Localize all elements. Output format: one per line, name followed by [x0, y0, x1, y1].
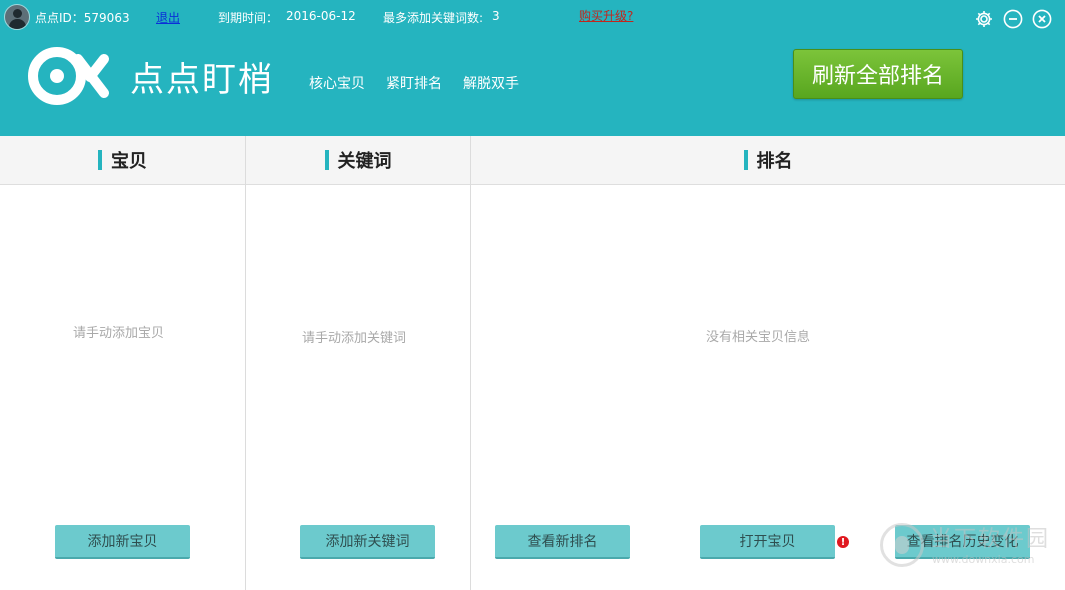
column-header-item: 宝贝 [0, 136, 245, 185]
column-title-item: 宝贝 [111, 151, 147, 172]
logout-link[interactable]: 退出 [156, 9, 180, 26]
max-keywords-label: 最多添加关键词数: [383, 11, 484, 25]
accent-bar [324, 150, 329, 170]
item-empty-message: 请手动添加宝贝 [73, 326, 165, 341]
user-avatar-icon[interactable] [4, 4, 30, 30]
column-title-rank: 排名 [756, 151, 793, 172]
alert-icon: ! [837, 536, 849, 548]
rank-empty-message: 没有相关宝贝信息 [706, 330, 811, 345]
minimize-icon[interactable] [1003, 9, 1023, 29]
column-divider [470, 136, 471, 590]
add-item-button[interactable]: 添加新宝贝 [55, 525, 190, 559]
open-item-button[interactable]: 打开宝贝 [700, 525, 835, 559]
nav-core-items[interactable]: 核心宝贝 [309, 73, 365, 93]
close-icon[interactable] [1032, 9, 1052, 29]
top-bar: 点点ID：579063 退出 到期时间： 2016-06-12 最多添加关键词数… [0, 0, 1065, 34]
view-rank-history-button[interactable]: 查看排名历史变化 [895, 525, 1030, 559]
user-id: 点点ID：579063 [35, 11, 130, 25]
accent-bar [743, 150, 748, 170]
add-keyword-button[interactable]: 添加新关键词 [300, 525, 435, 559]
nav-free-hands[interactable]: 解脱双手 [463, 73, 519, 93]
nav-track-rank[interactable]: 紧盯排名 [386, 73, 442, 93]
refresh-all-rankings-button[interactable]: 刷新全部排名 [793, 49, 963, 99]
max-keywords-value: 3 [492, 9, 500, 23]
settings-gear-icon[interactable] [974, 9, 994, 29]
expiry-date: 2016-06-12 [286, 9, 356, 23]
view-new-rank-button[interactable]: 查看新排名 [495, 525, 630, 559]
main-table: 宝贝 关键词 排名 请手动添加宝贝 请手动添加关键词 没有相关宝贝信息 添加新宝… [0, 136, 1065, 590]
app-logo-icon [28, 47, 110, 105]
accent-bar [98, 150, 102, 170]
column-header-rank: 排名 [471, 136, 1065, 185]
upgrade-link[interactable]: 购买升级? [579, 7, 633, 24]
column-header-keyword: 关键词 [246, 136, 470, 185]
keyword-empty-message: 请手动添加关键词 [302, 331, 407, 346]
column-divider [245, 136, 246, 590]
expiry-label: 到期时间： [218, 11, 279, 25]
app-name: 点点盯梢 [130, 60, 274, 100]
column-title-keyword: 关键词 [337, 151, 392, 172]
header: 点点ID：579063 退出 到期时间： 2016-06-12 最多添加关键词数… [0, 0, 1065, 136]
